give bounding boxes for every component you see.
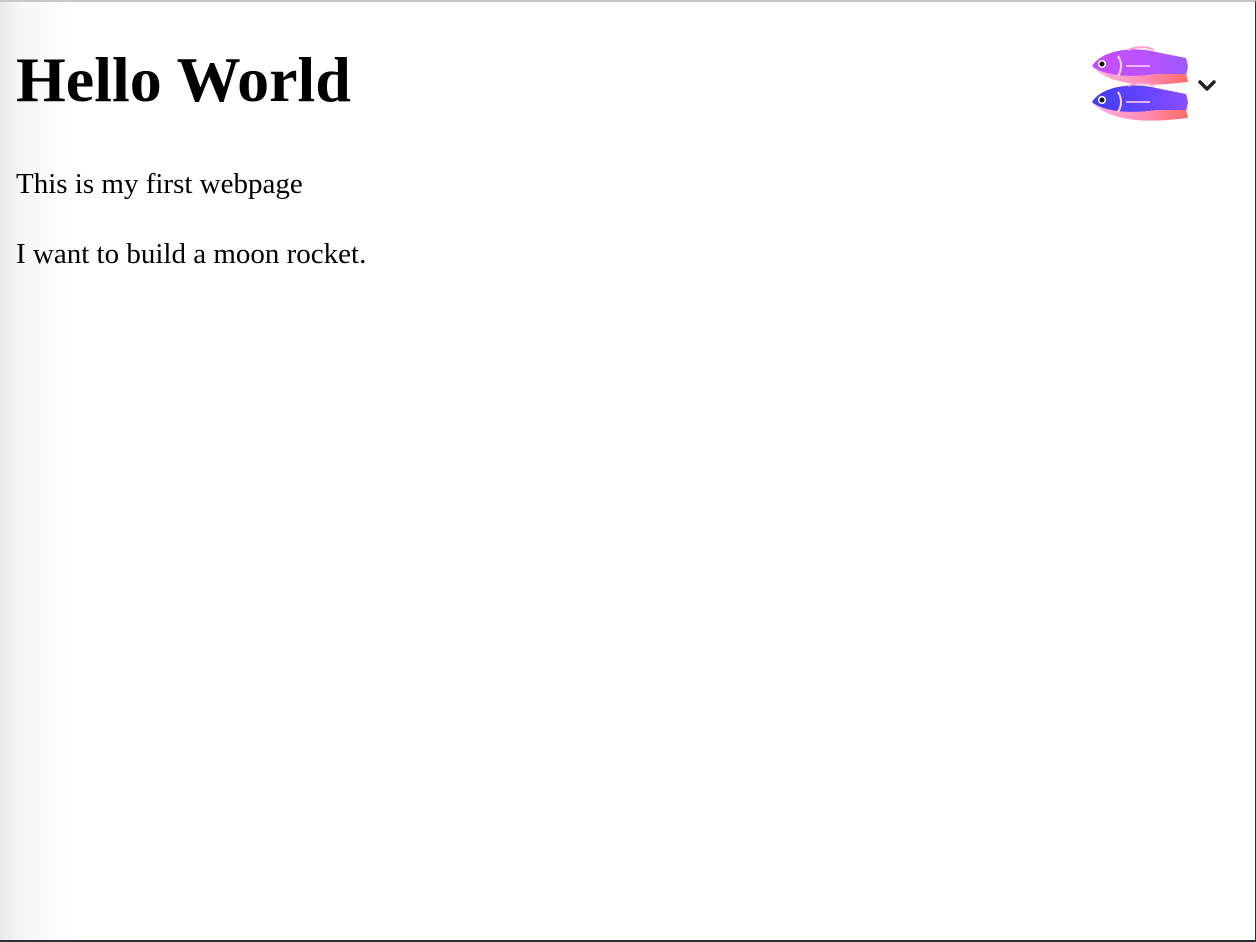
goal-paragraph: I want to build a moon rocket. <box>16 238 367 270</box>
extension-widget-button[interactable] <box>1088 44 1220 124</box>
two-fish-logo-icon <box>1092 46 1188 121</box>
chevron-down-icon <box>1198 80 1216 91</box>
page-heading: Hello World <box>16 44 351 115</box>
page-content: Hello World This is my first webpage I w… <box>16 40 366 272</box>
intro-paragraph: This is my first webpage <box>16 168 303 200</box>
browser-viewport: Hello World This is my first webpage I w… <box>0 0 1256 942</box>
